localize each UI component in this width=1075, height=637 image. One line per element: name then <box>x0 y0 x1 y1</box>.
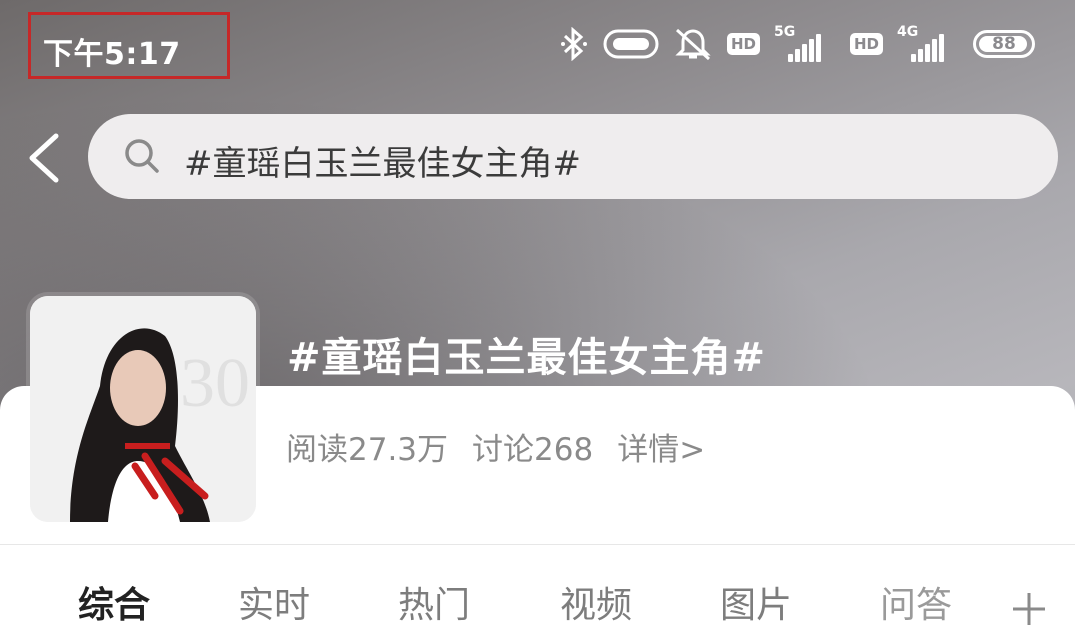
tab-video[interactable]: 视频 <box>560 576 632 628</box>
tab-realtime[interactable]: 实时 <box>238 576 310 628</box>
nfc-icon <box>603 29 659 59</box>
read-count: 阅读27.3万 <box>286 432 449 468</box>
battery-icon: 88 <box>973 30 1035 58</box>
status-icons: HD 5G HD 4G 88 <box>559 22 1035 66</box>
discussion-count: 讨论268 <box>472 432 594 468</box>
details-link[interactable]: 详情> <box>617 424 705 469</box>
search-input[interactable]: #童瑶白玉兰最佳女主角# <box>88 114 1058 199</box>
tab-images[interactable]: 图片 <box>720 576 792 628</box>
bluetooth-icon <box>559 27 589 61</box>
search-query: #童瑶白玉兰最佳女主角# <box>184 144 581 184</box>
hd-icon: HD <box>726 33 760 55</box>
topic-stats: 阅读27.3万 讨论268 详情> <box>286 424 705 469</box>
tab-hot[interactable]: 热门 <box>398 576 470 628</box>
plus-icon <box>1013 593 1045 625</box>
topic-cover-image[interactable]: 30 <box>30 296 256 522</box>
topic-title: #童瑶白玉兰最佳女主角# <box>287 335 767 381</box>
mute-icon <box>673 26 713 62</box>
divider <box>0 544 1075 545</box>
status-time-highlight: 下午5:17 <box>28 12 230 79</box>
hd-icon: HD <box>849 33 883 55</box>
add-tab-button[interactable] <box>1010 590 1048 632</box>
tab-qa[interactable]: 问答 <box>880 576 952 628</box>
back-button[interactable] <box>22 130 66 186</box>
chevron-left-icon <box>29 133 59 183</box>
search-icon <box>122 136 162 180</box>
svg-text:30: 30 <box>180 345 250 422</box>
tab-bar: 综合 实时 热门 视频 图片 问答 <box>0 576 1075 632</box>
signal-5g-icon: 5G <box>774 24 836 62</box>
status-time: 下午5:17 <box>43 37 181 72</box>
tab-comprehensive[interactable]: 综合 <box>78 576 150 628</box>
signal-4g-icon: 4G <box>897 24 959 62</box>
